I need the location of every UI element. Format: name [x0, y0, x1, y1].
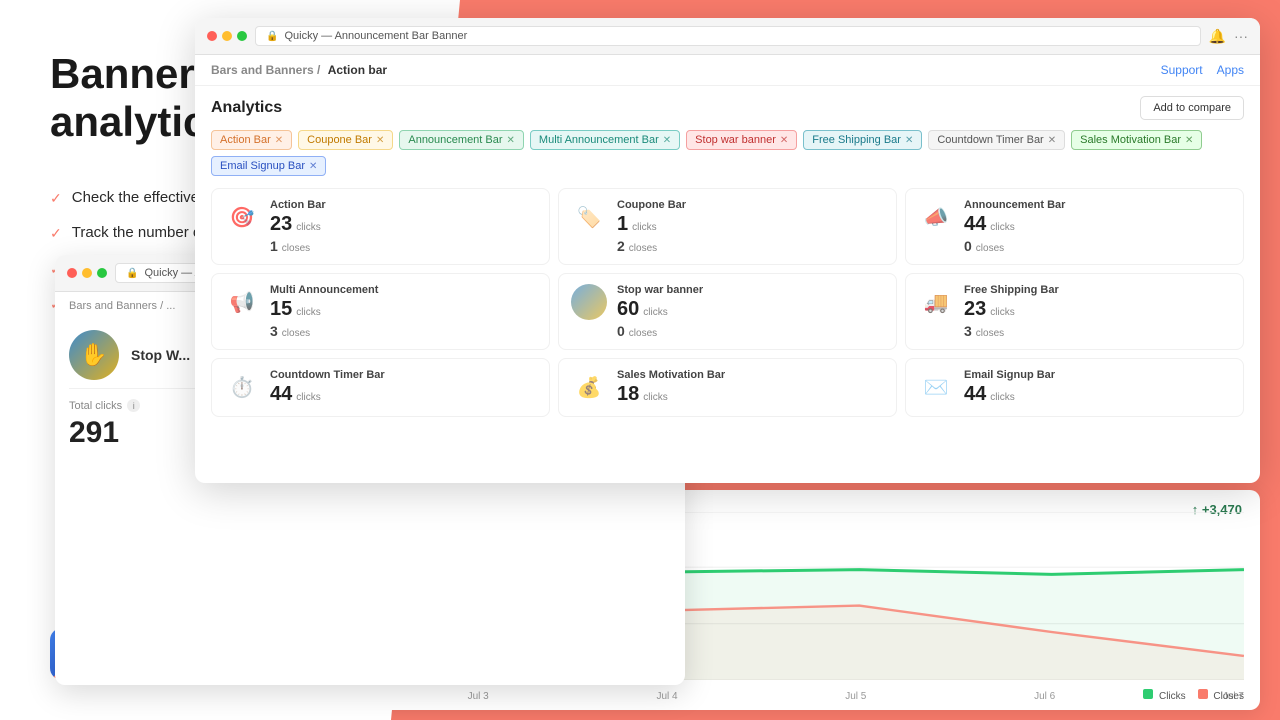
close-window-dot[interactable] — [67, 268, 77, 278]
legend-closes: Closes — [1198, 689, 1244, 702]
window-controls — [67, 268, 107, 278]
card-info: Announcement Bar 44 clicks 0 closes — [964, 199, 1065, 254]
card-info: Stop war banner 60 clicks 0 closes — [617, 284, 703, 339]
card-info: Multi Announcement 15 clicks 3 closes — [270, 284, 378, 339]
tag-close-icon[interactable]: ✕ — [507, 135, 515, 146]
maximize-window-dot[interactable] — [97, 268, 107, 278]
card-email-signup[interactable]: ✉️ Email Signup Bar 44 clicks — [905, 358, 1244, 417]
card-free-shipping[interactable]: 🚚 Free Shipping Bar 23 clicks 3 closes — [905, 273, 1244, 350]
window-controls — [207, 31, 247, 41]
tag-stop-war[interactable]: Stop war banner ✕ — [686, 130, 797, 150]
check-icon: ✓ — [50, 224, 62, 244]
add-compare-button[interactable]: Add to compare — [1140, 96, 1244, 120]
tag-action-bar[interactable]: Action Bar ✕ — [211, 130, 292, 150]
tag-coupone-bar[interactable]: Coupone Bar ✕ — [298, 130, 393, 150]
card-action-bar[interactable]: 🎯 Action Bar 23 clicks 1 closes — [211, 188, 550, 265]
apps-link[interactable]: Apps — [1217, 63, 1244, 77]
browser-content: Bars and Banners / Action bar Support Ap… — [195, 55, 1260, 482]
legend-clicks: Clicks — [1143, 689, 1185, 702]
tag-filters: Action Bar ✕ Coupone Bar ✕ Announcement … — [211, 130, 1244, 176]
card-info: Sales Motivation Bar 18 clicks — [617, 369, 725, 406]
support-link[interactable]: Support — [1161, 63, 1203, 77]
card-info: Action Bar 23 clicks 1 closes — [270, 199, 326, 254]
check-icon: ✓ — [50, 189, 62, 209]
card-icon — [571, 284, 607, 320]
analytics-title: Analytics — [211, 99, 282, 117]
card-multi-announcement[interactable]: 📢 Multi Announcement 15 clicks 3 closes — [211, 273, 550, 350]
tag-close-icon[interactable]: ✕ — [663, 135, 671, 146]
card-coupone-bar[interactable]: 🏷️ Coupone Bar 1 clicks 2 closes — [558, 188, 897, 265]
minimize-window-dot[interactable] — [222, 31, 232, 41]
tag-close-icon[interactable]: ✕ — [275, 135, 283, 146]
tag-multi-announcement[interactable]: Multi Announcement Bar ✕ — [530, 130, 680, 150]
analytics-section: Analytics Add to compare Action Bar ✕ Co… — [195, 86, 1260, 427]
card-stop-war[interactable]: Stop war banner 60 clicks 0 closes — [558, 273, 897, 350]
tag-countdown[interactable]: Countdown Timer Bar ✕ — [928, 130, 1065, 150]
card-sales-motivation[interactable]: 💰 Sales Motivation Bar 18 clicks — [558, 358, 897, 417]
url-bar[interactable]: 🔒 Quicky — Announcement Bar Banner — [255, 26, 1201, 46]
browser-actions: 🔔 ··· — [1209, 28, 1248, 45]
maximize-window-dot[interactable] — [237, 31, 247, 41]
bell-icon[interactable]: 🔔 — [1209, 28, 1226, 45]
card-info: Coupone Bar 1 clicks 2 closes — [617, 199, 686, 254]
more-icon[interactable]: ··· — [1234, 28, 1248, 44]
card-icon: ✉️ — [918, 369, 954, 405]
card-icon: ⏱️ — [224, 369, 260, 405]
close-window-dot[interactable] — [207, 31, 217, 41]
card-icon: 🎯 — [224, 199, 260, 235]
legend-clicks-dot — [1143, 689, 1153, 699]
tag-announcement-bar[interactable]: Announcement Bar ✕ — [399, 130, 524, 150]
minimize-window-dot[interactable] — [82, 268, 92, 278]
tag-close-icon[interactable]: ✕ — [1048, 135, 1056, 146]
card-countdown-timer[interactable]: ⏱️ Countdown Timer Bar 44 clicks — [211, 358, 550, 417]
breadcrumb: Bars and Banners / Action bar — [211, 63, 387, 77]
stop-war-label: Stop W... — [131, 347, 190, 363]
legend-closes-dot — [1198, 689, 1208, 699]
card-icon: 🚚 — [918, 284, 954, 320]
tag-sales-motivation[interactable]: Sales Motivation Bar ✕ — [1071, 130, 1202, 150]
card-icon: 📣 — [918, 199, 954, 235]
app-nav-bar: Bars and Banners / Action bar Support Ap… — [195, 55, 1260, 86]
tag-close-icon[interactable]: ✕ — [376, 135, 384, 146]
tag-email-signup[interactable]: Email Signup Bar ✕ — [211, 156, 326, 176]
card-announcement-bar[interactable]: 📣 Announcement Bar 44 clicks 0 closes — [905, 188, 1244, 265]
main-browser-window: 🔒 Quicky — Announcement Bar Banner 🔔 ···… — [195, 18, 1260, 483]
card-info: Countdown Timer Bar 44 clicks — [270, 369, 385, 406]
chart-legend: Clicks Closes — [1143, 689, 1244, 702]
card-info: Free Shipping Bar 23 clicks 3 closes — [964, 284, 1059, 339]
analytics-header: Analytics Add to compare — [211, 96, 1244, 120]
stop-war-icon: ✋ — [69, 330, 119, 380]
nav-links: Support Apps — [1161, 63, 1244, 77]
analytics-cards-grid: 🎯 Action Bar 23 clicks 1 closes — [211, 188, 1244, 417]
tag-close-icon[interactable]: ✕ — [1185, 135, 1193, 146]
card-icon: 💰 — [571, 369, 607, 405]
card-icon: 📢 — [224, 284, 260, 320]
browser-toolbar: 🔒 Quicky — Announcement Bar Banner 🔔 ··· — [195, 18, 1260, 55]
tag-close-icon[interactable]: ✕ — [309, 161, 317, 172]
card-info: Email Signup Bar 44 clicks — [964, 369, 1055, 406]
card-icon: 🏷️ — [571, 199, 607, 235]
tag-close-icon[interactable]: ✕ — [780, 135, 788, 146]
tag-close-icon[interactable]: ✕ — [905, 135, 913, 146]
tag-free-shipping[interactable]: Free Shipping Bar ✕ — [803, 130, 922, 150]
